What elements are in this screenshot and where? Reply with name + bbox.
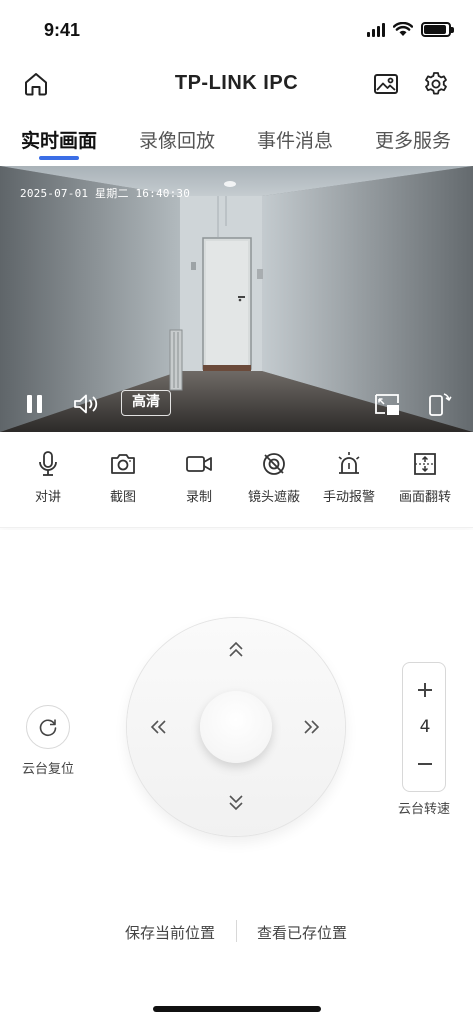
- manual-alarm-label: 手动报警: [322, 490, 375, 505]
- status-time: 9:41: [44, 20, 81, 40]
- reset-icon: [39, 719, 57, 737]
- record-button[interactable]: 录制: [161, 450, 237, 505]
- talk-label: 对讲: [34, 490, 61, 505]
- ptz-reset-button[interactable]: [26, 705, 70, 749]
- tab-more-services[interactable]: 更多服务: [375, 126, 451, 153]
- plus-icon: [418, 683, 432, 697]
- tab-playback[interactable]: 录像回放: [139, 126, 215, 153]
- ptz-reset-label: 云台复位: [21, 762, 74, 777]
- ptz-joystick[interactable]: [127, 618, 345, 836]
- live-video[interactable]: 2025-07-01 星期二 16:40:30 高清: [0, 166, 473, 432]
- alarm-icon: [338, 452, 360, 474]
- cellular-signal-icon: [367, 22, 385, 37]
- manual-alarm-button[interactable]: 手动报警: [311, 450, 387, 505]
- talk-button[interactable]: 对讲: [10, 450, 86, 505]
- gallery-icon[interactable]: [372, 70, 400, 98]
- lens-mask-button[interactable]: 镜头遮蔽: [236, 450, 312, 505]
- minus-icon: [418, 763, 432, 765]
- record-label: 录制: [185, 490, 212, 505]
- lens-mask-label: 镜头遮蔽: [247, 490, 300, 505]
- rotate-screen-icon[interactable]: [427, 390, 453, 418]
- joystick-knob[interactable]: [200, 691, 272, 763]
- quality-button[interactable]: 高清: [121, 390, 171, 416]
- chevron-left-icon[interactable]: [147, 715, 171, 739]
- ptz-speed-label: 云台转速: [397, 802, 450, 817]
- flip-image-label: 画面翻转: [398, 490, 451, 505]
- pip-icon[interactable]: [373, 392, 401, 418]
- ptz-speed-control: 4: [402, 662, 446, 792]
- video-controls: 高清: [0, 386, 473, 426]
- tab-events[interactable]: 事件消息: [257, 126, 333, 153]
- speed-increase-button[interactable]: [403, 675, 447, 705]
- chevron-up-icon[interactable]: [224, 638, 248, 662]
- status-bar: 9:41: [0, 0, 473, 60]
- chevron-down-icon[interactable]: [224, 790, 248, 814]
- view-saved-positions-link[interactable]: 查看已存位置: [257, 922, 347, 943]
- nav-bar: TP-LINK IPC: [0, 60, 473, 108]
- battery-icon: [421, 22, 454, 37]
- video-record-icon: [186, 456, 212, 472]
- flip-image-button[interactable]: 画面翻转: [387, 450, 463, 505]
- speed-value: 4: [419, 717, 431, 737]
- active-tab-indicator: [39, 156, 79, 160]
- video-timestamp: 2025-07-01 星期二 16:40:30: [20, 187, 191, 200]
- battery-level: [424, 25, 446, 34]
- pause-icon[interactable]: [25, 393, 45, 415]
- volume-icon[interactable]: [72, 392, 102, 416]
- save-position-link[interactable]: 保存当前位置: [125, 922, 215, 943]
- home-indicator[interactable]: [153, 1006, 321, 1012]
- wifi-icon: [393, 22, 413, 36]
- preset-position-row: 保存当前位置 查看已存位置: [0, 920, 473, 942]
- flip-icon: [414, 453, 436, 475]
- tab-bar: 实时画面 录像回放 事件消息 更多服务: [0, 122, 473, 162]
- lens-mask-icon: [263, 453, 285, 475]
- camera-icon: [111, 454, 135, 474]
- page-title: TP-LINK IPC: [174, 72, 299, 94]
- microphone-icon: [39, 451, 57, 476]
- ptz-control-panel: 云台复位 4 云台转速: [0, 530, 473, 910]
- action-toolbar: 对讲 截图 录制 镜头遮蔽 手动报警 画面翻转: [0, 438, 473, 528]
- status-icons: [367, 22, 454, 37]
- speed-decrease-button[interactable]: [403, 749, 447, 779]
- screenshot-label: 截图: [109, 490, 136, 505]
- chevron-right-icon[interactable]: [299, 715, 323, 739]
- divider: [236, 920, 237, 942]
- settings-icon[interactable]: [422, 70, 450, 98]
- screenshot-button[interactable]: 截图: [85, 450, 161, 505]
- tab-live-view[interactable]: 实时画面: [21, 126, 97, 153]
